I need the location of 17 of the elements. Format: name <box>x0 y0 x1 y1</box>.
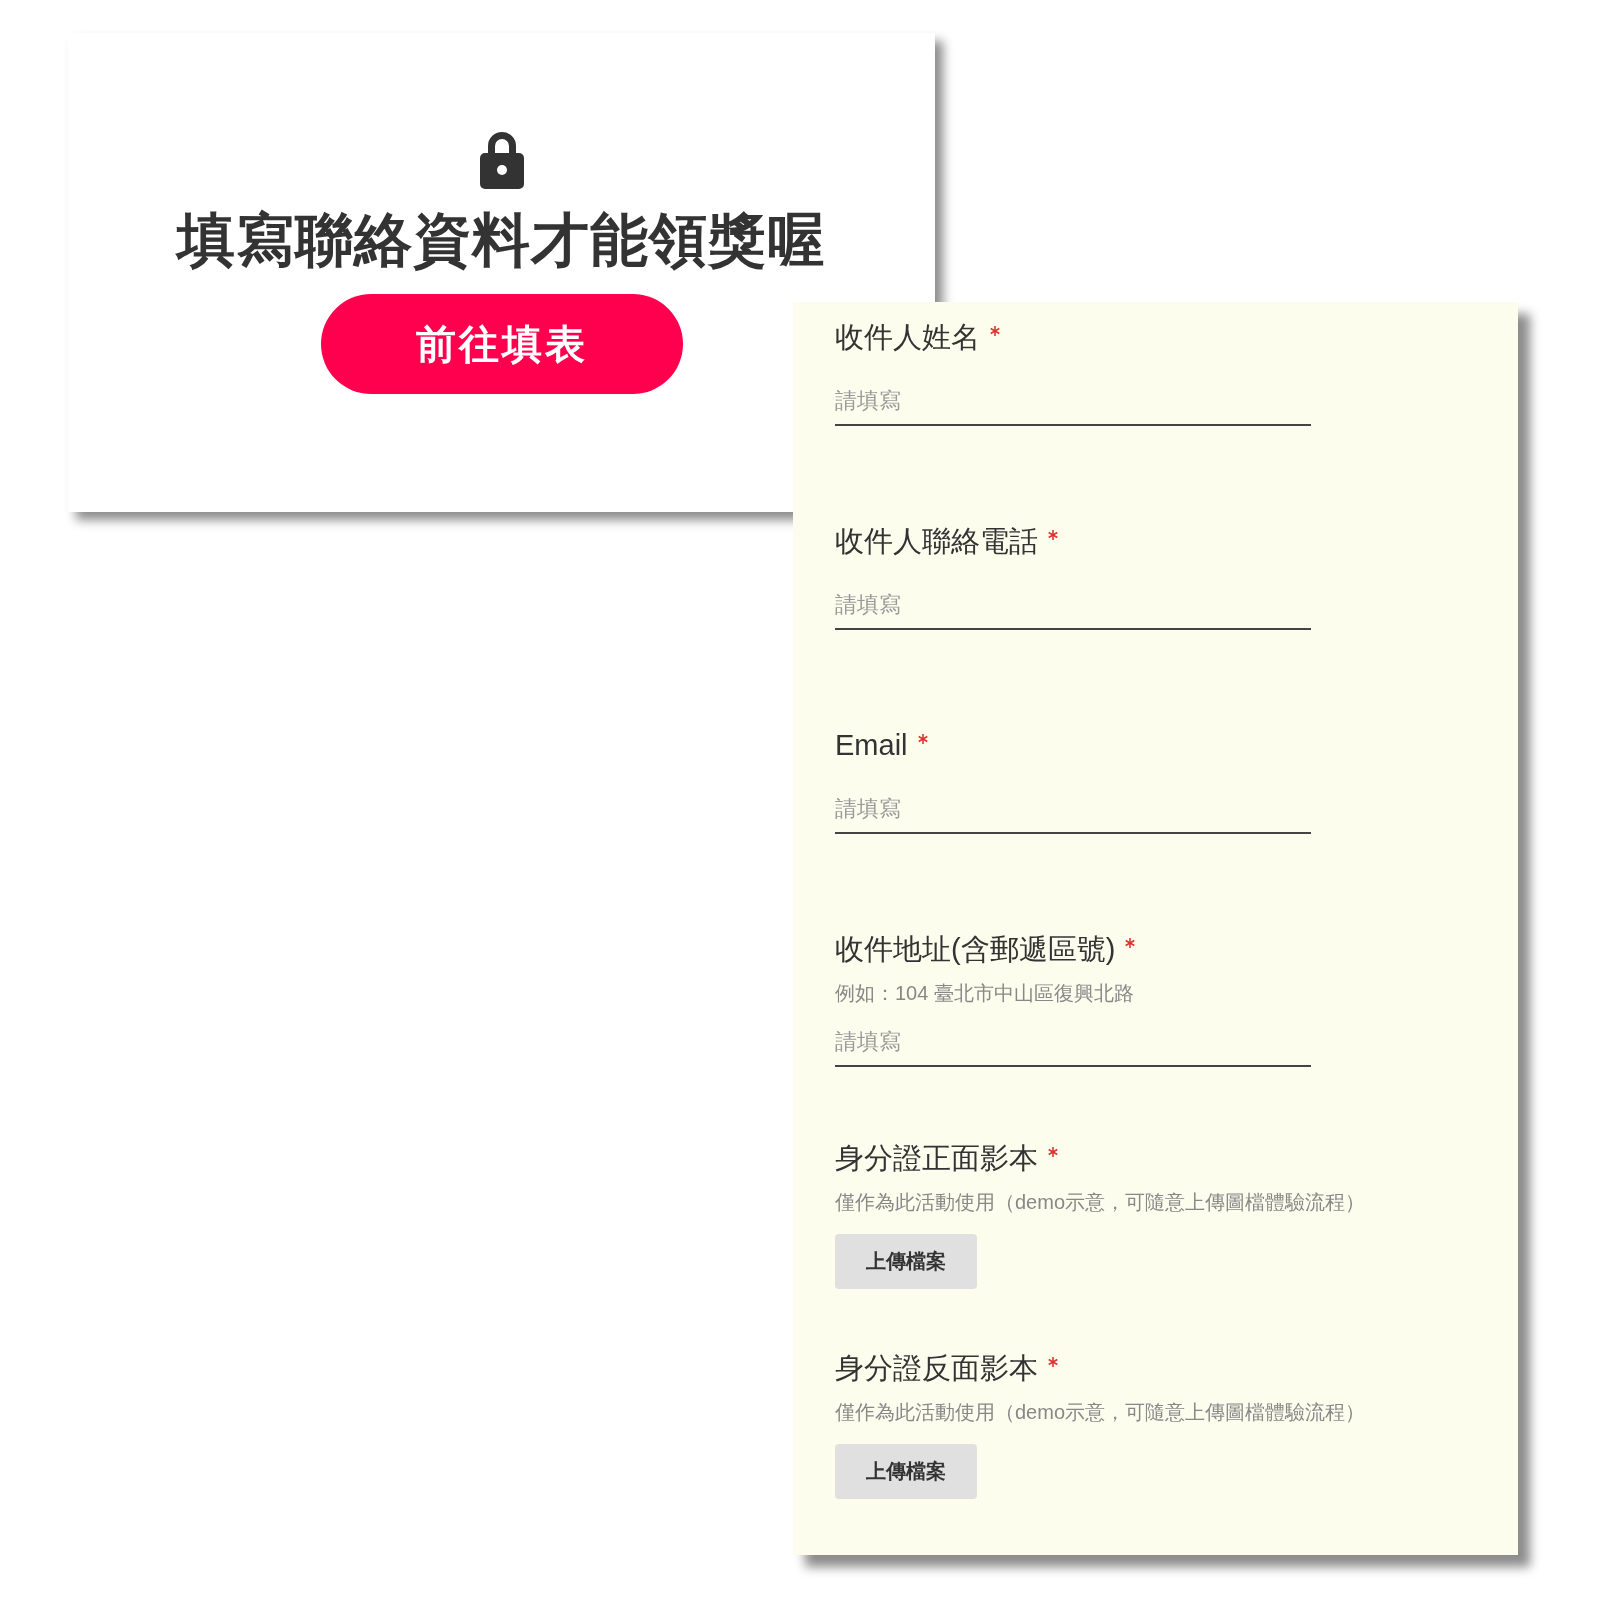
upload-button[interactable]: 上傳檔案 <box>835 1444 977 1499</box>
field-hint: 例如：104 臺北市中山區復興北路 <box>835 981 1134 1006</box>
upload-button[interactable]: 上傳檔案 <box>835 1234 977 1289</box>
field-label: 身分證反面影本 <box>835 1351 1038 1386</box>
field-hint: 僅作為此活動使用（demo示意，可隨意上傳圖檔體驗流程） <box>835 1190 1366 1215</box>
text-field[interactable]: 請填寫 <box>835 582 1311 630</box>
text-field[interactable]: 請填寫 <box>835 786 1311 834</box>
text-field[interactable]: 請填寫 <box>835 378 1311 426</box>
field-label: 收件人姓名 <box>835 320 980 355</box>
field-label: 收件人聯絡電話 <box>835 524 1038 559</box>
text-field[interactable]: 請填寫 <box>835 1019 1311 1067</box>
field-hint: 僅作為此活動使用（demo示意，可隨意上傳圖檔體驗流程） <box>835 1400 1366 1425</box>
prompt-message: 填寫聯絡資料才能領獎喔 <box>177 206 826 274</box>
field-label: Email <box>835 728 908 763</box>
field-label: 收件地址(含郵遞區號) <box>835 932 1116 967</box>
field-label: 身分證正面影本 <box>835 1141 1038 1176</box>
go-to-form-button[interactable]: 前往填表 <box>320 294 683 394</box>
